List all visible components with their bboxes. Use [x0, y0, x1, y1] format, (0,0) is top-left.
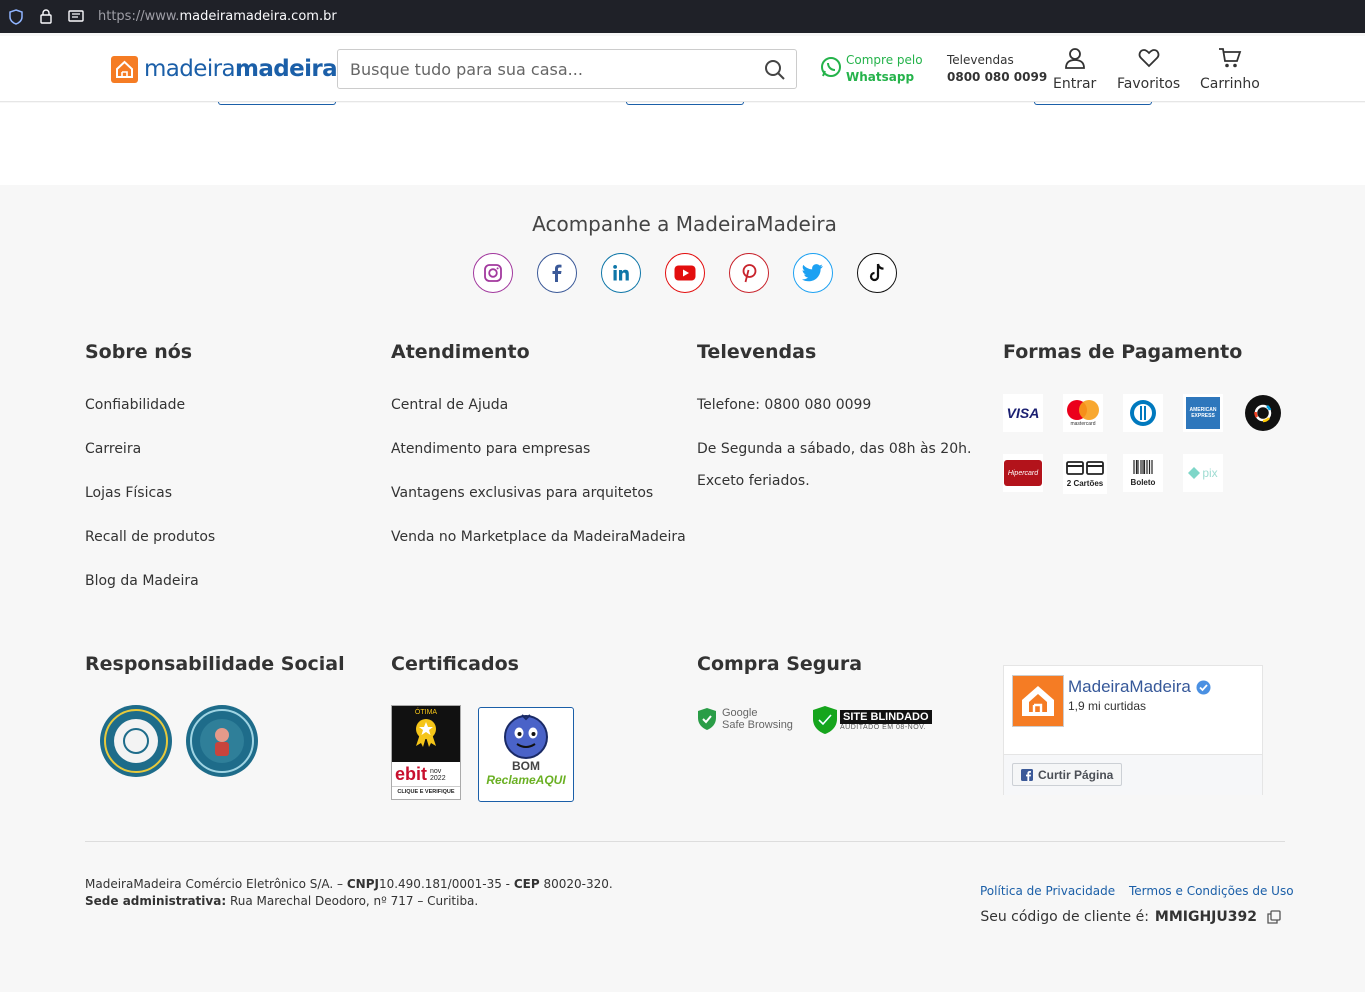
client-code: Seu código de cliente é: MMIGHJU392 [980, 909, 1281, 925]
pinterest-icon[interactable] [729, 253, 769, 293]
shield-icon[interactable] [8, 8, 24, 25]
footer-col-social-resp: Responsabilidade Social [85, 653, 345, 675]
blindado-shield-icon [813, 706, 837, 734]
facebook-like-button[interactable]: Curtir Página [1012, 763, 1123, 786]
partial-button[interactable] [626, 102, 744, 105]
partial-button[interactable] [1034, 102, 1152, 105]
verified-icon [1196, 680, 1211, 694]
facebook-page-avatar[interactable] [1012, 675, 1064, 727]
footer-link[interactable]: Carreira [85, 441, 141, 457]
lock-icon[interactable] [38, 9, 54, 25]
footer-link[interactable]: Central de Ajuda [391, 397, 508, 413]
header-televendas[interactable]: Televendas 0800 080 0099 [947, 52, 1047, 86]
amex-icon: AMERICAN EXPRESS [1183, 394, 1223, 432]
shield-check-icon [698, 708, 716, 730]
footer-col-certificados: Certificados [391, 653, 519, 675]
footer-col-atendimento: Atendimento Central de Ajuda Atendimento… [391, 341, 686, 545]
televendas-phone[interactable]: Telefone: 0800 080 0099 [697, 397, 871, 413]
terms-link[interactable]: Termos e Condições de Uso [1129, 884, 1294, 898]
facebook-likes: 1,9 mi curtidas [1068, 699, 1147, 713]
col-title: Responsabilidade Social [85, 653, 345, 675]
social-title: Acompanhe a MadeiraMadeira [532, 212, 837, 236]
facebook-page-name[interactable]: MadeiraMadeira [1068, 677, 1191, 697]
company-info: MadeiraMadeira Comércio Eletrônico S/A. … [85, 877, 613, 908]
diners-icon [1123, 394, 1163, 432]
social-badge-seal[interactable] [100, 705, 172, 777]
favorites-button[interactable]: Favoritos [1117, 47, 1180, 92]
footer-divider [85, 841, 1285, 842]
copy-icon[interactable] [1267, 910, 1281, 924]
google-safe-browsing-seal[interactable]: Google Safe Browsing [697, 707, 793, 731]
user-icon [1064, 47, 1086, 73]
content-tail [0, 103, 1365, 185]
browser-toolbar: https://www.madeiramadeira.com.br [0, 0, 1365, 33]
facebook-icon[interactable] [537, 253, 577, 293]
reclame-aqui-seal[interactable]: BOM ReclameAQUI [478, 707, 574, 802]
col-title: Certificados [391, 653, 519, 675]
linkedin-icon[interactable] [601, 253, 641, 293]
twitter-icon[interactable] [793, 253, 833, 293]
boleto-icon: Boleto [1123, 454, 1163, 492]
site-header: madeiramadeira Compre peloWhatsapp Telev… [0, 36, 1365, 102]
house-logo-icon [111, 55, 138, 83]
cart-button[interactable]: Carrinho [1200, 47, 1260, 92]
site-logo[interactable]: madeiramadeira [111, 54, 338, 84]
footer-col-televendas: Televendas Telefone: 0800 080 0099 De Se… [697, 341, 971, 489]
col-title: Televendas [697, 341, 817, 363]
ebit-seal[interactable]: ÓTIMA ebit nov 2022 CLIQUE E VERIFIQUE [391, 705, 461, 800]
reader-icon[interactable] [68, 9, 84, 25]
mastercard-icon: mastercard [1063, 394, 1103, 432]
heart-icon [1138, 47, 1160, 73]
footer-link[interactable]: Atendimento para empresas [391, 441, 590, 457]
elo-icon [1243, 394, 1283, 432]
login-button[interactable]: Entrar [1053, 47, 1096, 92]
search-input[interactable] [338, 50, 748, 88]
medal-icon [416, 719, 436, 747]
cart-icon [1218, 47, 1242, 73]
col-title: Formas de Pagamento [1003, 341, 1243, 363]
footer-col-pagamento: Formas de Pagamento [1003, 341, 1242, 363]
footer-link[interactable]: Recall de produtos [85, 529, 215, 545]
footer-col-compra-segura: Compra Segura [697, 653, 862, 675]
televendas-note: Exceto feriados. [697, 473, 810, 489]
address-bar[interactable]: https://www.madeiramadeira.com.br [98, 9, 337, 24]
search-icon[interactable] [764, 59, 786, 86]
col-title: Atendimento [391, 341, 530, 363]
visa-icon: VISA [1003, 394, 1043, 432]
tiktok-icon[interactable] [857, 253, 897, 293]
footer-col-sobre: Sobre nós Confiabilidade Carreira Lojas … [85, 341, 215, 589]
privacy-policy-link[interactable]: Política de Privacidade [980, 884, 1115, 898]
partial-button[interactable] [218, 102, 336, 105]
instagram-icon[interactable] [473, 253, 513, 293]
footer-link[interactable]: Lojas Físicas [85, 485, 172, 501]
whatsapp-icon [820, 56, 842, 83]
logo-text: madeiramadeira [144, 56, 338, 82]
footer-link[interactable]: Blog da Madeira [85, 573, 199, 589]
pix-icon: pix [1183, 454, 1223, 492]
whatsapp-link[interactable]: Compre pelo Whatsapp [820, 52, 923, 86]
hipercard-icon: Hipercard [1003, 454, 1043, 492]
televendas-hours: De Segunda a sábado, das 08h às 20h. [697, 441, 972, 457]
footer-link[interactable]: Venda no Marketplace da MadeiraMadeira [391, 529, 686, 545]
col-title: Compra Segura [697, 653, 863, 675]
facebook-icon [1021, 768, 1033, 781]
footer-link[interactable]: Vantagens exclusivas para arquitetos [391, 485, 653, 501]
col-title: Sobre nós [85, 341, 193, 363]
social-links [473, 253, 921, 293]
facebook-page-widget: MadeiraMadeira 1,9 mi curtidas Curtir Pá… [1003, 665, 1263, 795]
two-cards-icon: 2 Cartões [1063, 454, 1107, 494]
youtube-icon[interactable] [665, 253, 705, 293]
aids-campaign-seal[interactable] [186, 705, 258, 777]
reclame-aqui-face-icon [504, 714, 548, 759]
site-blindado-seal[interactable]: SITE BLINDADO AUDITADO EM 08-NOV. [812, 705, 932, 735]
footer-link[interactable]: Confiabilidade [85, 397, 185, 413]
search-box [337, 49, 797, 89]
